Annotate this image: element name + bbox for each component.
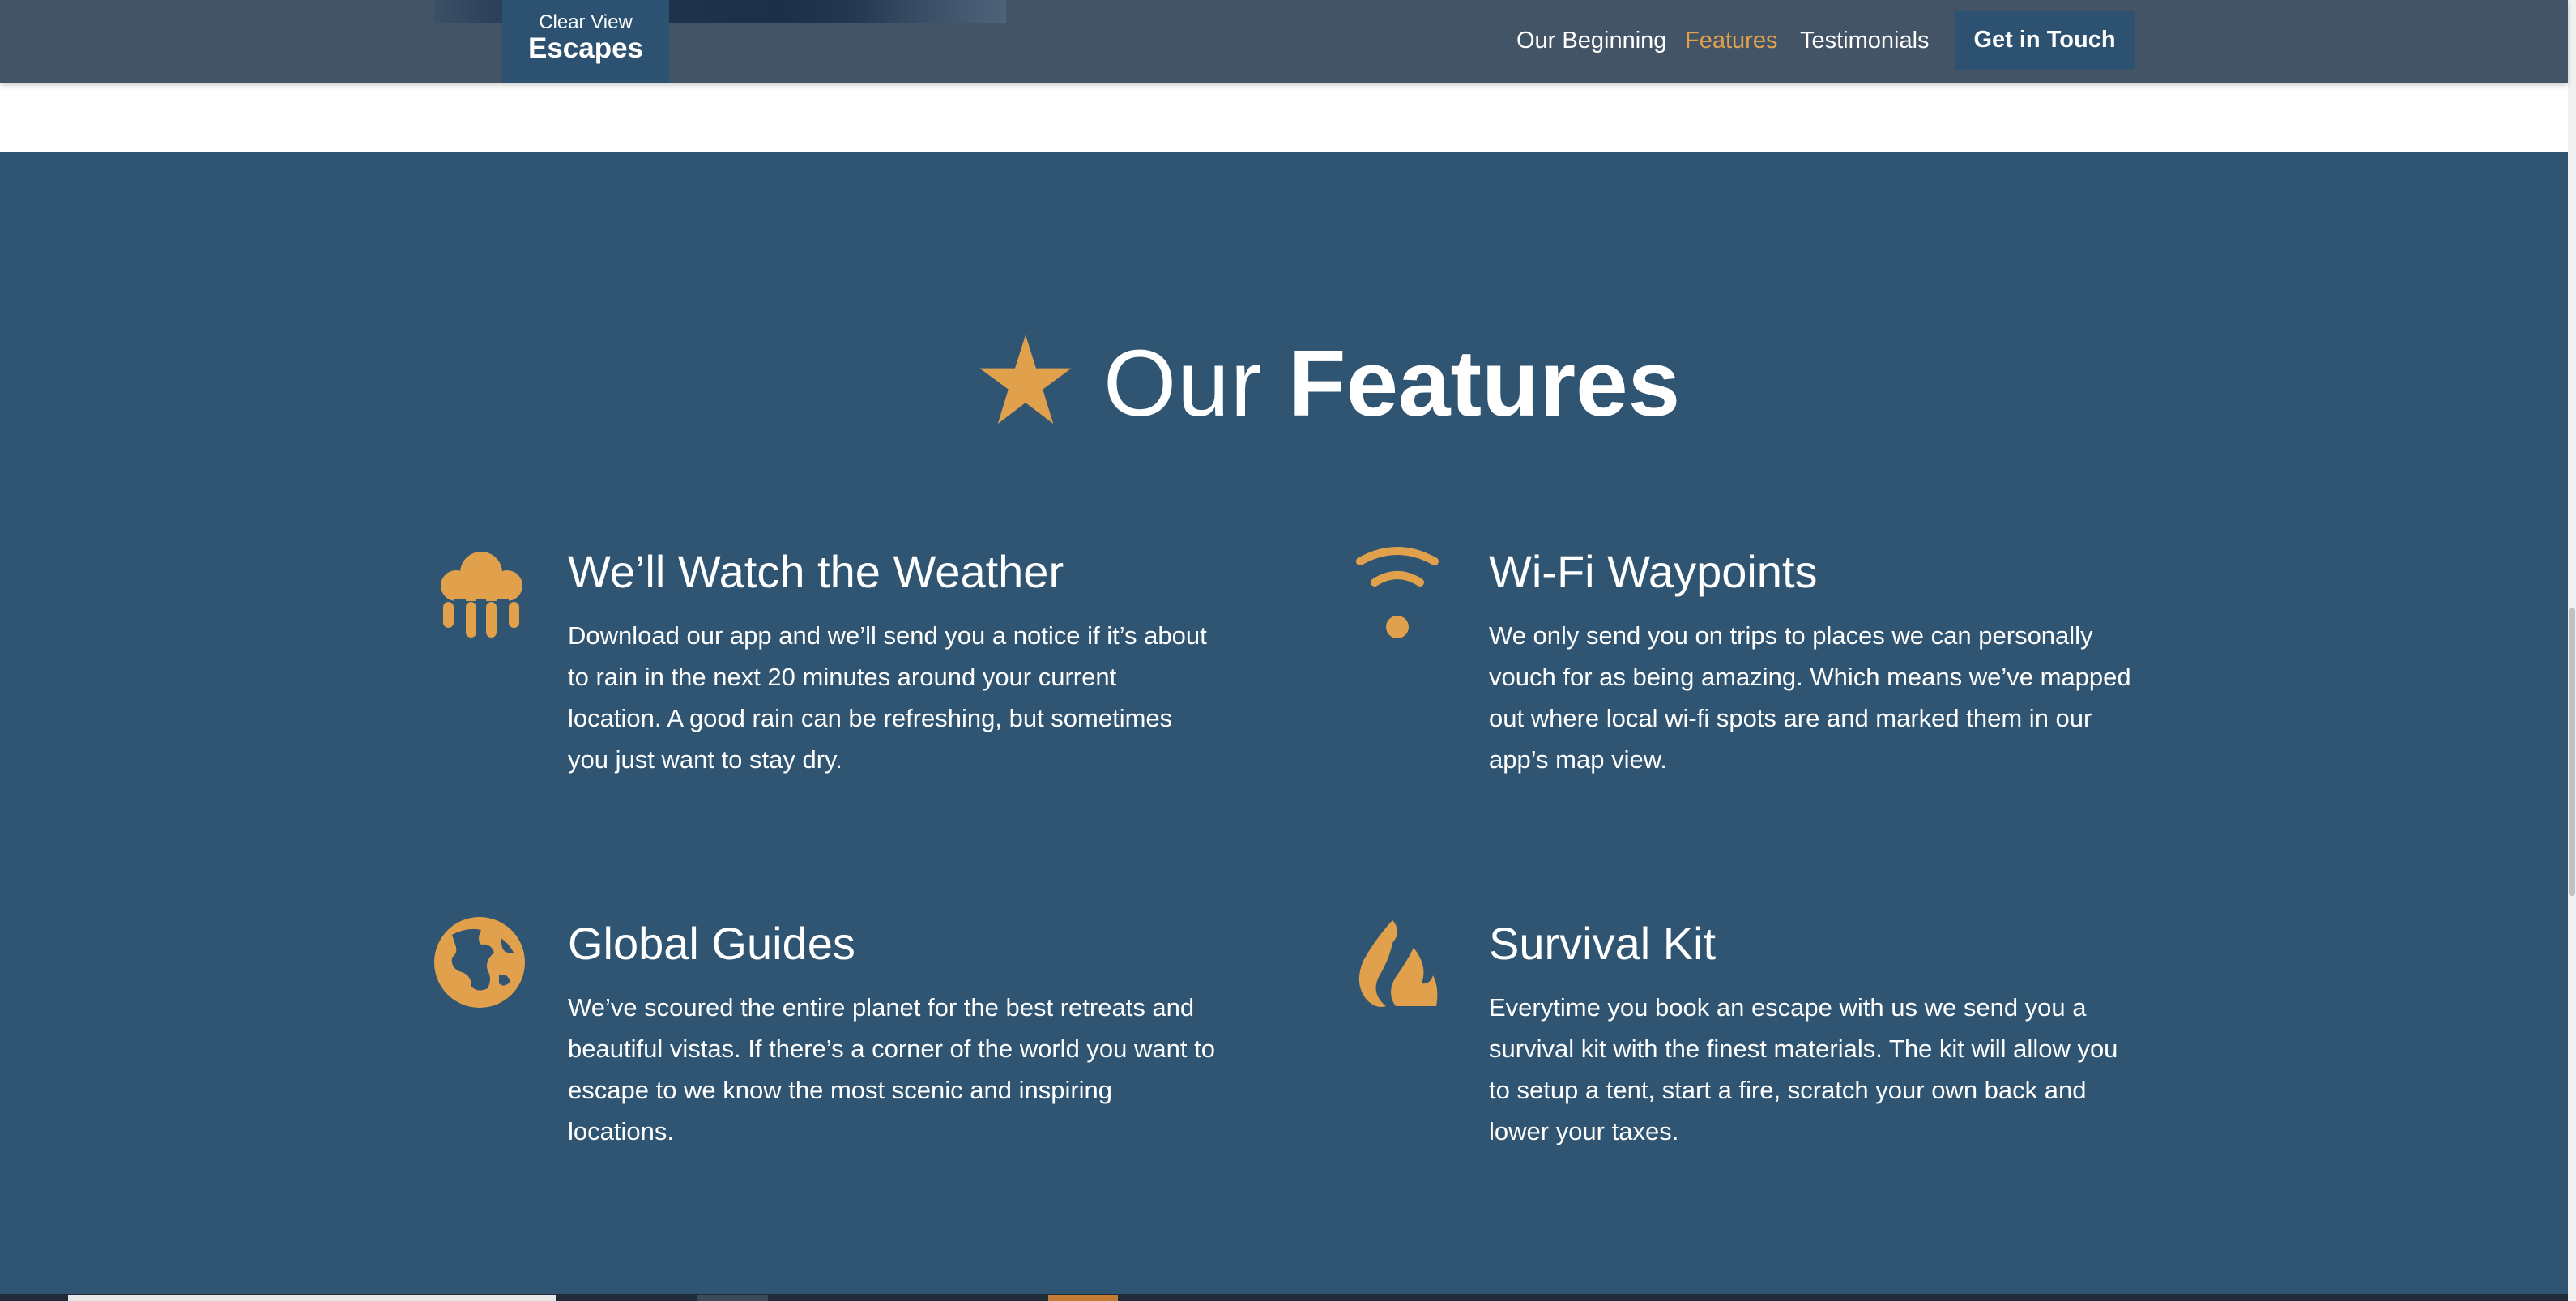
site-header: Clear View Escapes Our Beginning Feature…	[0, 0, 2568, 83]
nav-our-beginning[interactable]: Our Beginning	[1516, 27, 1666, 54]
globe-icon	[434, 917, 525, 1008]
get-in-touch-button[interactable]: Get in Touch	[1955, 11, 2135, 70]
nav-features[interactable]: Features	[1685, 27, 1777, 54]
logo-line-2: Escapes	[527, 32, 644, 64]
features-section	[0, 152, 2568, 1298]
wifi-icon	[1356, 547, 1439, 638]
feature-description: Everytime you book an escape with us we …	[1489, 993, 2118, 1145]
cloud-rain-icon	[441, 552, 522, 638]
feature-description: Download our app and we’ll send you a no…	[568, 621, 1207, 774]
feature-title: Survival Kit	[1489, 918, 1717, 969]
feature-description: We’ve scoured the entire planet for the …	[568, 993, 1215, 1145]
scrollbar-thumb[interactable]	[2569, 608, 2575, 896]
nav-testimonials[interactable]: Testimonials	[1800, 27, 1930, 54]
section-title-bold: Features	[1288, 331, 1681, 436]
next-section-edge-dark	[697, 1295, 768, 1301]
feature-description: We only send you on trips to places we c…	[1489, 621, 2131, 774]
feature-title: Wi-Fi Waypoints	[1489, 546, 1818, 597]
feature-title: We’ll Watch the Weather	[568, 546, 1064, 597]
star-icon	[979, 335, 1072, 424]
fire-icon	[1358, 920, 1438, 1007]
feature-title: Global Guides	[568, 918, 855, 969]
next-section-edge-accent	[1048, 1295, 1118, 1301]
section-title: Our Features	[1103, 326, 1680, 440]
scrollbar[interactable]	[2568, 0, 2576, 1301]
page: Clear View Escapes Our Beginning Feature…	[0, 0, 2576, 1301]
next-section-edge-light	[68, 1295, 556, 1301]
section-title-light: Our	[1103, 331, 1263, 436]
logo-line-1: Clear View	[539, 11, 633, 33]
logo[interactable]: Clear View Escapes	[502, 0, 669, 83]
